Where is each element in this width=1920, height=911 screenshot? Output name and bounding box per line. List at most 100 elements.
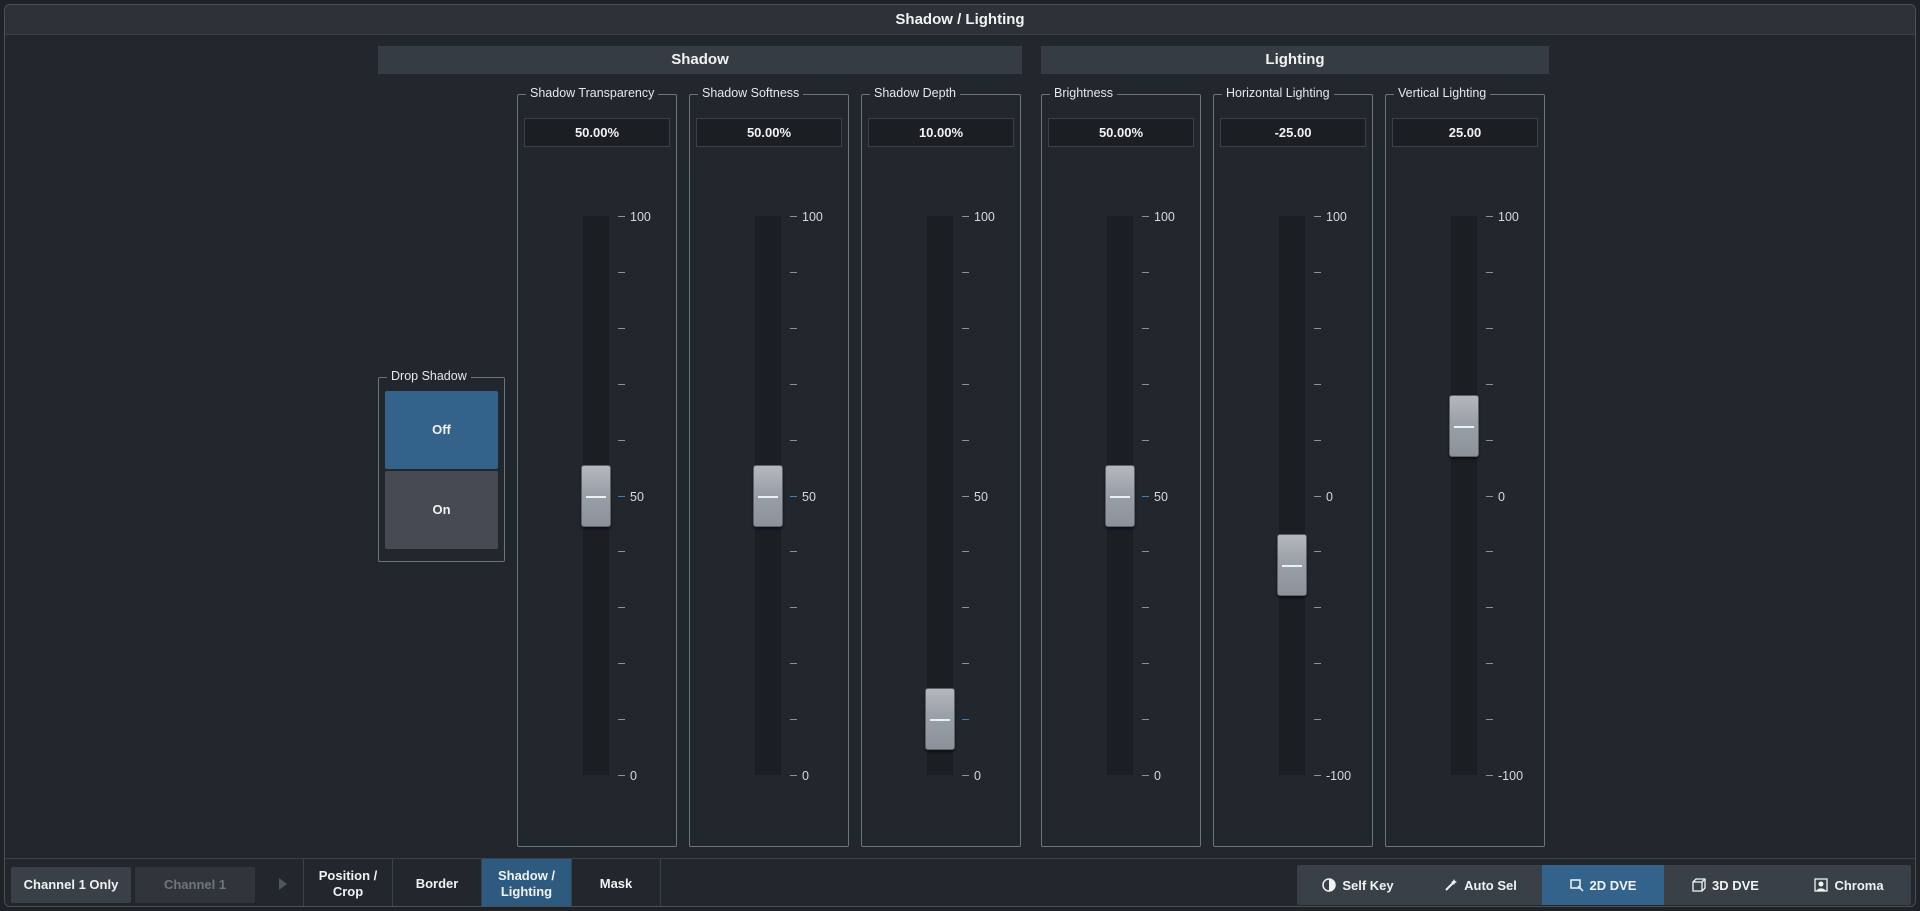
fader-tick xyxy=(962,271,969,273)
fader-handle[interactable] xyxy=(1277,534,1307,597)
fader-tick xyxy=(1486,775,1493,776)
fader-tick xyxy=(1142,719,1149,721)
fader-label: Shadow Depth xyxy=(870,86,961,100)
fader-tick xyxy=(1314,551,1321,553)
fader-value-field[interactable]: 50.00% xyxy=(524,118,670,147)
channel-1-only-button[interactable]: Channel 1 Only xyxy=(11,867,131,903)
fader-handle[interactable] xyxy=(753,464,783,527)
tab-label: Border xyxy=(415,876,459,891)
fader-tick xyxy=(790,271,797,273)
key-type-buttons: Self Key Auto Sel 2D DVE 3D DVE Chroma xyxy=(1297,865,1911,905)
fader-tick-label: 100 xyxy=(630,210,651,224)
tab-label: Shadow / Lighting xyxy=(497,868,556,899)
fader-label: Horizontal Lighting xyxy=(1222,86,1334,100)
tab-position-crop[interactable]: Position / Crop xyxy=(303,859,392,906)
fader-value-field[interactable]: 50.00% xyxy=(696,118,842,147)
fader-label: Vertical Lighting xyxy=(1394,86,1491,100)
fader-handle[interactable] xyxy=(925,688,955,751)
fader-tick xyxy=(1314,719,1321,721)
fader-tick xyxy=(790,607,797,609)
fader-tick-label: 100 xyxy=(1326,210,1347,224)
fader-tick-label: 0 xyxy=(630,769,637,783)
fader-value-field[interactable]: -25.00 xyxy=(1220,118,1366,147)
fader-tick xyxy=(618,775,625,776)
fader-tick-label: 0 xyxy=(802,769,809,783)
fader-group: Vertical Lighting 25.00 100 0 -100 xyxy=(1385,86,1545,847)
fader-tick xyxy=(1142,775,1149,776)
fader-tick-label: 100 xyxy=(974,210,995,224)
drop-shadow-group: Drop Shadow Off On xyxy=(378,369,505,562)
fader-tick xyxy=(962,439,969,441)
chroma-label: Chroma xyxy=(1834,877,1884,893)
fader-tick xyxy=(962,551,969,553)
fader-handle[interactable] xyxy=(1105,464,1135,527)
fader-tick-label: 50 xyxy=(630,489,644,504)
2d-dve-button[interactable]: 2D DVE xyxy=(1542,865,1664,905)
fader-tick xyxy=(1486,663,1493,665)
channel-1-button[interactable]: Channel 1 xyxy=(135,867,255,903)
fader-tick xyxy=(962,663,969,665)
fader-tick xyxy=(1142,607,1149,609)
fader-tick-label: 50 xyxy=(802,489,816,504)
self-key-label: Self Key xyxy=(1342,877,1394,893)
play-arrow-icon xyxy=(279,878,287,890)
fader-value-field[interactable]: 10.00% xyxy=(868,118,1014,147)
fader-tick xyxy=(962,495,969,497)
fader-value-field[interactable]: 50.00% xyxy=(1048,118,1194,147)
fader-tick-label: 0 xyxy=(1326,489,1333,504)
tab-mask[interactable]: Mask xyxy=(571,859,661,906)
3d-dve-button[interactable]: 3D DVE xyxy=(1664,865,1787,905)
fader-label: Shadow Transparency xyxy=(526,86,659,100)
fader-tick xyxy=(1142,216,1149,217)
fader-tick xyxy=(1486,495,1493,497)
auto-sel-label: Auto Sel xyxy=(1464,877,1517,893)
fader-tick-label: 50 xyxy=(1154,489,1168,504)
fader-tick-label: 100 xyxy=(802,210,823,224)
tab-border[interactable]: Border xyxy=(392,859,481,906)
fader-group: Shadow Depth 10.00% 100 50 0 xyxy=(861,86,1021,847)
chroma-button[interactable]: Chroma xyxy=(1787,865,1911,905)
fader-group: Horizontal Lighting -25.00 100 0 -100 xyxy=(1213,86,1373,847)
fader-handle[interactable] xyxy=(1449,394,1479,457)
fader-tick xyxy=(1486,216,1493,217)
fader-tick xyxy=(1142,495,1149,497)
person-icon xyxy=(1814,878,1829,892)
wand-icon xyxy=(1445,879,1458,891)
fader-tick-label: -100 xyxy=(1326,769,1352,783)
fader-tick xyxy=(790,663,797,665)
fader-tick xyxy=(618,663,625,665)
fader-value-field[interactable]: 25.00 xyxy=(1392,118,1538,147)
3d-cube-icon xyxy=(1692,878,1706,892)
auto-sel-button[interactable]: Auto Sel xyxy=(1419,865,1542,905)
fader-track[interactable] xyxy=(1451,216,1477,775)
tab-shadow-lighting[interactable]: Shadow / Lighting xyxy=(481,859,571,906)
fader-tick-label: 100 xyxy=(1498,210,1519,224)
fader-tick xyxy=(790,439,797,441)
fader-track[interactable] xyxy=(1279,216,1305,775)
fader-tick-label: 0 xyxy=(974,769,981,783)
self-key-button[interactable]: Self Key xyxy=(1297,865,1419,905)
fader-tick xyxy=(962,719,969,721)
shadow-section-header: Shadow xyxy=(378,46,1022,74)
fader-tick xyxy=(1314,327,1321,329)
fader-handle[interactable] xyxy=(581,464,611,527)
fader-tick xyxy=(1142,383,1149,385)
2d-dve-icon xyxy=(1569,879,1584,892)
window-title: Shadow / Lighting xyxy=(5,5,1915,35)
fader-tick xyxy=(962,607,969,609)
fader-tick xyxy=(1142,551,1149,553)
fader-tick xyxy=(618,551,625,553)
fader-tick xyxy=(1486,383,1493,385)
fader-tick xyxy=(1314,607,1321,609)
fader-group: Shadow Softness 50.00% 100 50 0 xyxy=(689,86,849,847)
fader-tick xyxy=(618,383,625,385)
fader-tick xyxy=(962,383,969,385)
fader-label: Shadow Softness xyxy=(698,86,804,100)
drop-shadow-off-button[interactable]: Off xyxy=(385,391,498,469)
fader-tick xyxy=(618,439,625,441)
fader-tick xyxy=(790,327,797,329)
shadow-lighting-window: Shadow / Lighting Shadow Lighting Drop S… xyxy=(4,4,1916,907)
drop-shadow-on-button[interactable]: On xyxy=(385,471,498,549)
fader-tick xyxy=(962,216,969,217)
fader-tick xyxy=(1314,663,1321,665)
